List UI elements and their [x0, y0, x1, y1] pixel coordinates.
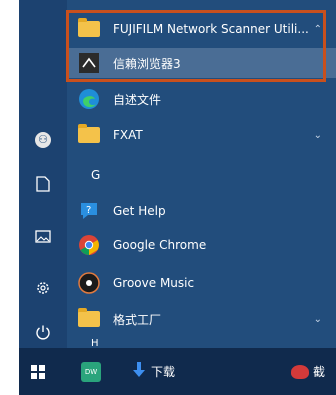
- app-get-help[interactable]: ? Get Help: [77, 194, 330, 228]
- app-groove-music[interactable]: Groove Music: [77, 266, 330, 300]
- group-letter-g[interactable]: G: [91, 168, 100, 182]
- annotation-highlight-box: [66, 10, 326, 82]
- power-icon[interactable]: [19, 312, 67, 352]
- pictures-icon[interactable]: [19, 216, 67, 256]
- dw-icon: DW: [81, 361, 101, 382]
- folder-icon: [77, 123, 101, 147]
- documents-icon[interactable]: [19, 164, 67, 204]
- help-icon: ?: [77, 199, 101, 223]
- screenshot-icon: [291, 364, 309, 379]
- start-rail: ⚇: [19, 0, 67, 395]
- svg-text:?: ?: [86, 205, 91, 216]
- download-arrow-icon: [133, 362, 145, 381]
- app-fxat-folder[interactable]: FXAT ⌄: [77, 118, 330, 152]
- music-icon: [77, 271, 101, 295]
- taskbar-dw-app[interactable]: DW: [81, 348, 101, 395]
- app-readme[interactable]: 自述文件: [77, 82, 330, 116]
- user-avatar-icon[interactable]: ⚇: [19, 120, 67, 160]
- windows-start-icon[interactable]: [31, 348, 45, 395]
- taskbar-screenshot[interactable]: 截: [291, 348, 325, 395]
- chevron-down-icon[interactable]: ⌄: [314, 314, 322, 325]
- settings-gear-icon[interactable]: [19, 268, 67, 308]
- app-google-chrome[interactable]: Google Chrome: [77, 228, 330, 262]
- chrome-icon: [77, 233, 101, 257]
- taskbar: DW 下载 截: [19, 348, 336, 395]
- taskbar-download[interactable]: 下载: [133, 348, 175, 395]
- app-format-factory-folder[interactable]: 格式工厂 ⌄: [77, 302, 330, 336]
- chevron-down-icon[interactable]: ⌄: [314, 130, 322, 141]
- edge-icon: [77, 87, 101, 111]
- folder-icon: [77, 307, 101, 331]
